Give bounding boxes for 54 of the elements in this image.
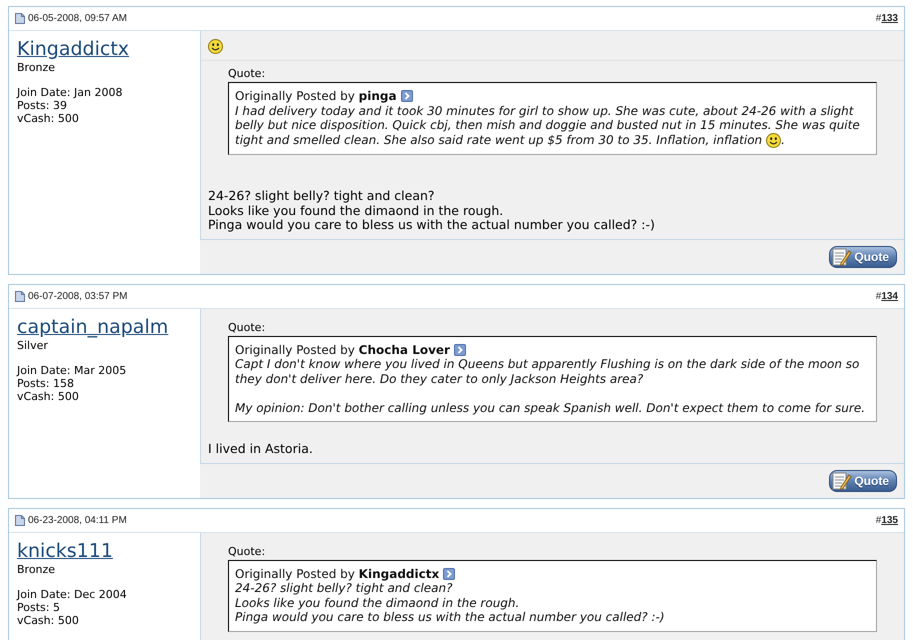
view-post-icon[interactable]: [443, 568, 456, 580]
quote-text: they don't deliver here. Do they cater to only Jackson Heights area?: [235, 372, 644, 386]
user-stat: vCash: 500: [17, 614, 79, 626]
quote-button[interactable]: Quote: [829, 470, 897, 492]
post-date: 06-05-2008, 09:57 AM: [28, 12, 127, 26]
post-number-link[interactable]: 134: [881, 288, 898, 304]
post-date: 06-07-2008, 03:57 PM: [28, 290, 128, 304]
quote-label: Quote:: [228, 320, 266, 334]
quote-text: I had delivery today and it took 30 minutes for girl to show up. She was cute, about 24-26 with a slight: [235, 104, 854, 118]
quote-text: Capt I don't know where you lived in Queens but apparently Flushing is on the dark side of the moon so: [235, 357, 860, 372]
quote-text: belly but nice disposition. Quick cbj, then mish and doggie and busted nut in 15 minutes. She was quite: [235, 118, 860, 132]
quote-text: Pinga would you care to bless us with the actual number you called? :-): [235, 610, 665, 624]
post-number-prefix: #: [876, 12, 882, 26]
user-rank: Bronze: [17, 562, 56, 576]
quote-label: Quote:: [228, 67, 266, 80]
username-link[interactable]: Kingaddictx: [17, 37, 130, 61]
note-pencil-icon: [832, 246, 852, 266]
post-number-prefix: #: [876, 514, 882, 528]
user-stat: Join Date: Dec 2004: [17, 588, 127, 600]
post-number-link[interactable]: 135: [881, 512, 898, 528]
message-text: Pinga would you care to bless us with the actual number you called? :-): [208, 218, 655, 232]
quote-text: 24-26? slight belly? tight and clean?: [235, 581, 452, 596]
view-post-icon[interactable]: [400, 90, 413, 102]
document-icon: [15, 514, 25, 526]
quote-attribution: Originally Posted by Kingaddictx: [235, 566, 440, 581]
post-date: 06-23-2008, 04:11 PM: [28, 514, 127, 528]
user-stat: vCash: 500: [17, 112, 79, 125]
view-post-icon[interactable]: [454, 344, 466, 356]
document-icon: [15, 13, 25, 24]
quote-attribution: Originally Posted by pinga: [235, 89, 397, 104]
user-stat: Join Date: Jan 2008: [17, 86, 122, 99]
message-text: I lived in Astoria.: [208, 442, 313, 456]
quote-label: Quote:: [228, 544, 266, 558]
quote-button[interactable]: Quote: [829, 246, 897, 268]
user-stat: Posts: 158: [17, 376, 74, 390]
quote-text: My opinion: Don't bother calling unless you can speak Spanish well. Don't expect them to come for sure.: [235, 400, 866, 415]
username-link[interactable]: knicks111: [17, 538, 113, 562]
quote-text: tight and smelled clean. She also said rate went up $5 from 30 to 35. Inflation, inflation: [235, 132, 762, 148]
message-text: Looks like you found the dimaond in the rough.: [208, 204, 504, 218]
user-stat: Posts: 39: [17, 99, 67, 112]
quote-text: Looks like you found the dimaond in the rough.: [235, 596, 520, 610]
post-number-prefix: #: [876, 290, 882, 304]
quote-text: .: [781, 132, 785, 148]
username-link[interactable]: captain_napalm: [17, 314, 168, 338]
user-stat: Posts: 5: [17, 600, 60, 614]
quote-attribution: Originally Posted by Chocha Lover: [235, 342, 450, 357]
message-text: 24-26? slight belly? tight and clean?: [208, 189, 435, 204]
post-number-link[interactable]: 133: [881, 11, 898, 26]
user-stat: vCash: 500: [17, 390, 79, 402]
document-icon: [15, 290, 25, 302]
note-pencil-icon: [832, 470, 852, 490]
user-stat: Join Date: Mar 2005: [17, 364, 126, 376]
user-rank: Bronze: [17, 61, 56, 74]
user-rank: Silver: [17, 338, 48, 352]
